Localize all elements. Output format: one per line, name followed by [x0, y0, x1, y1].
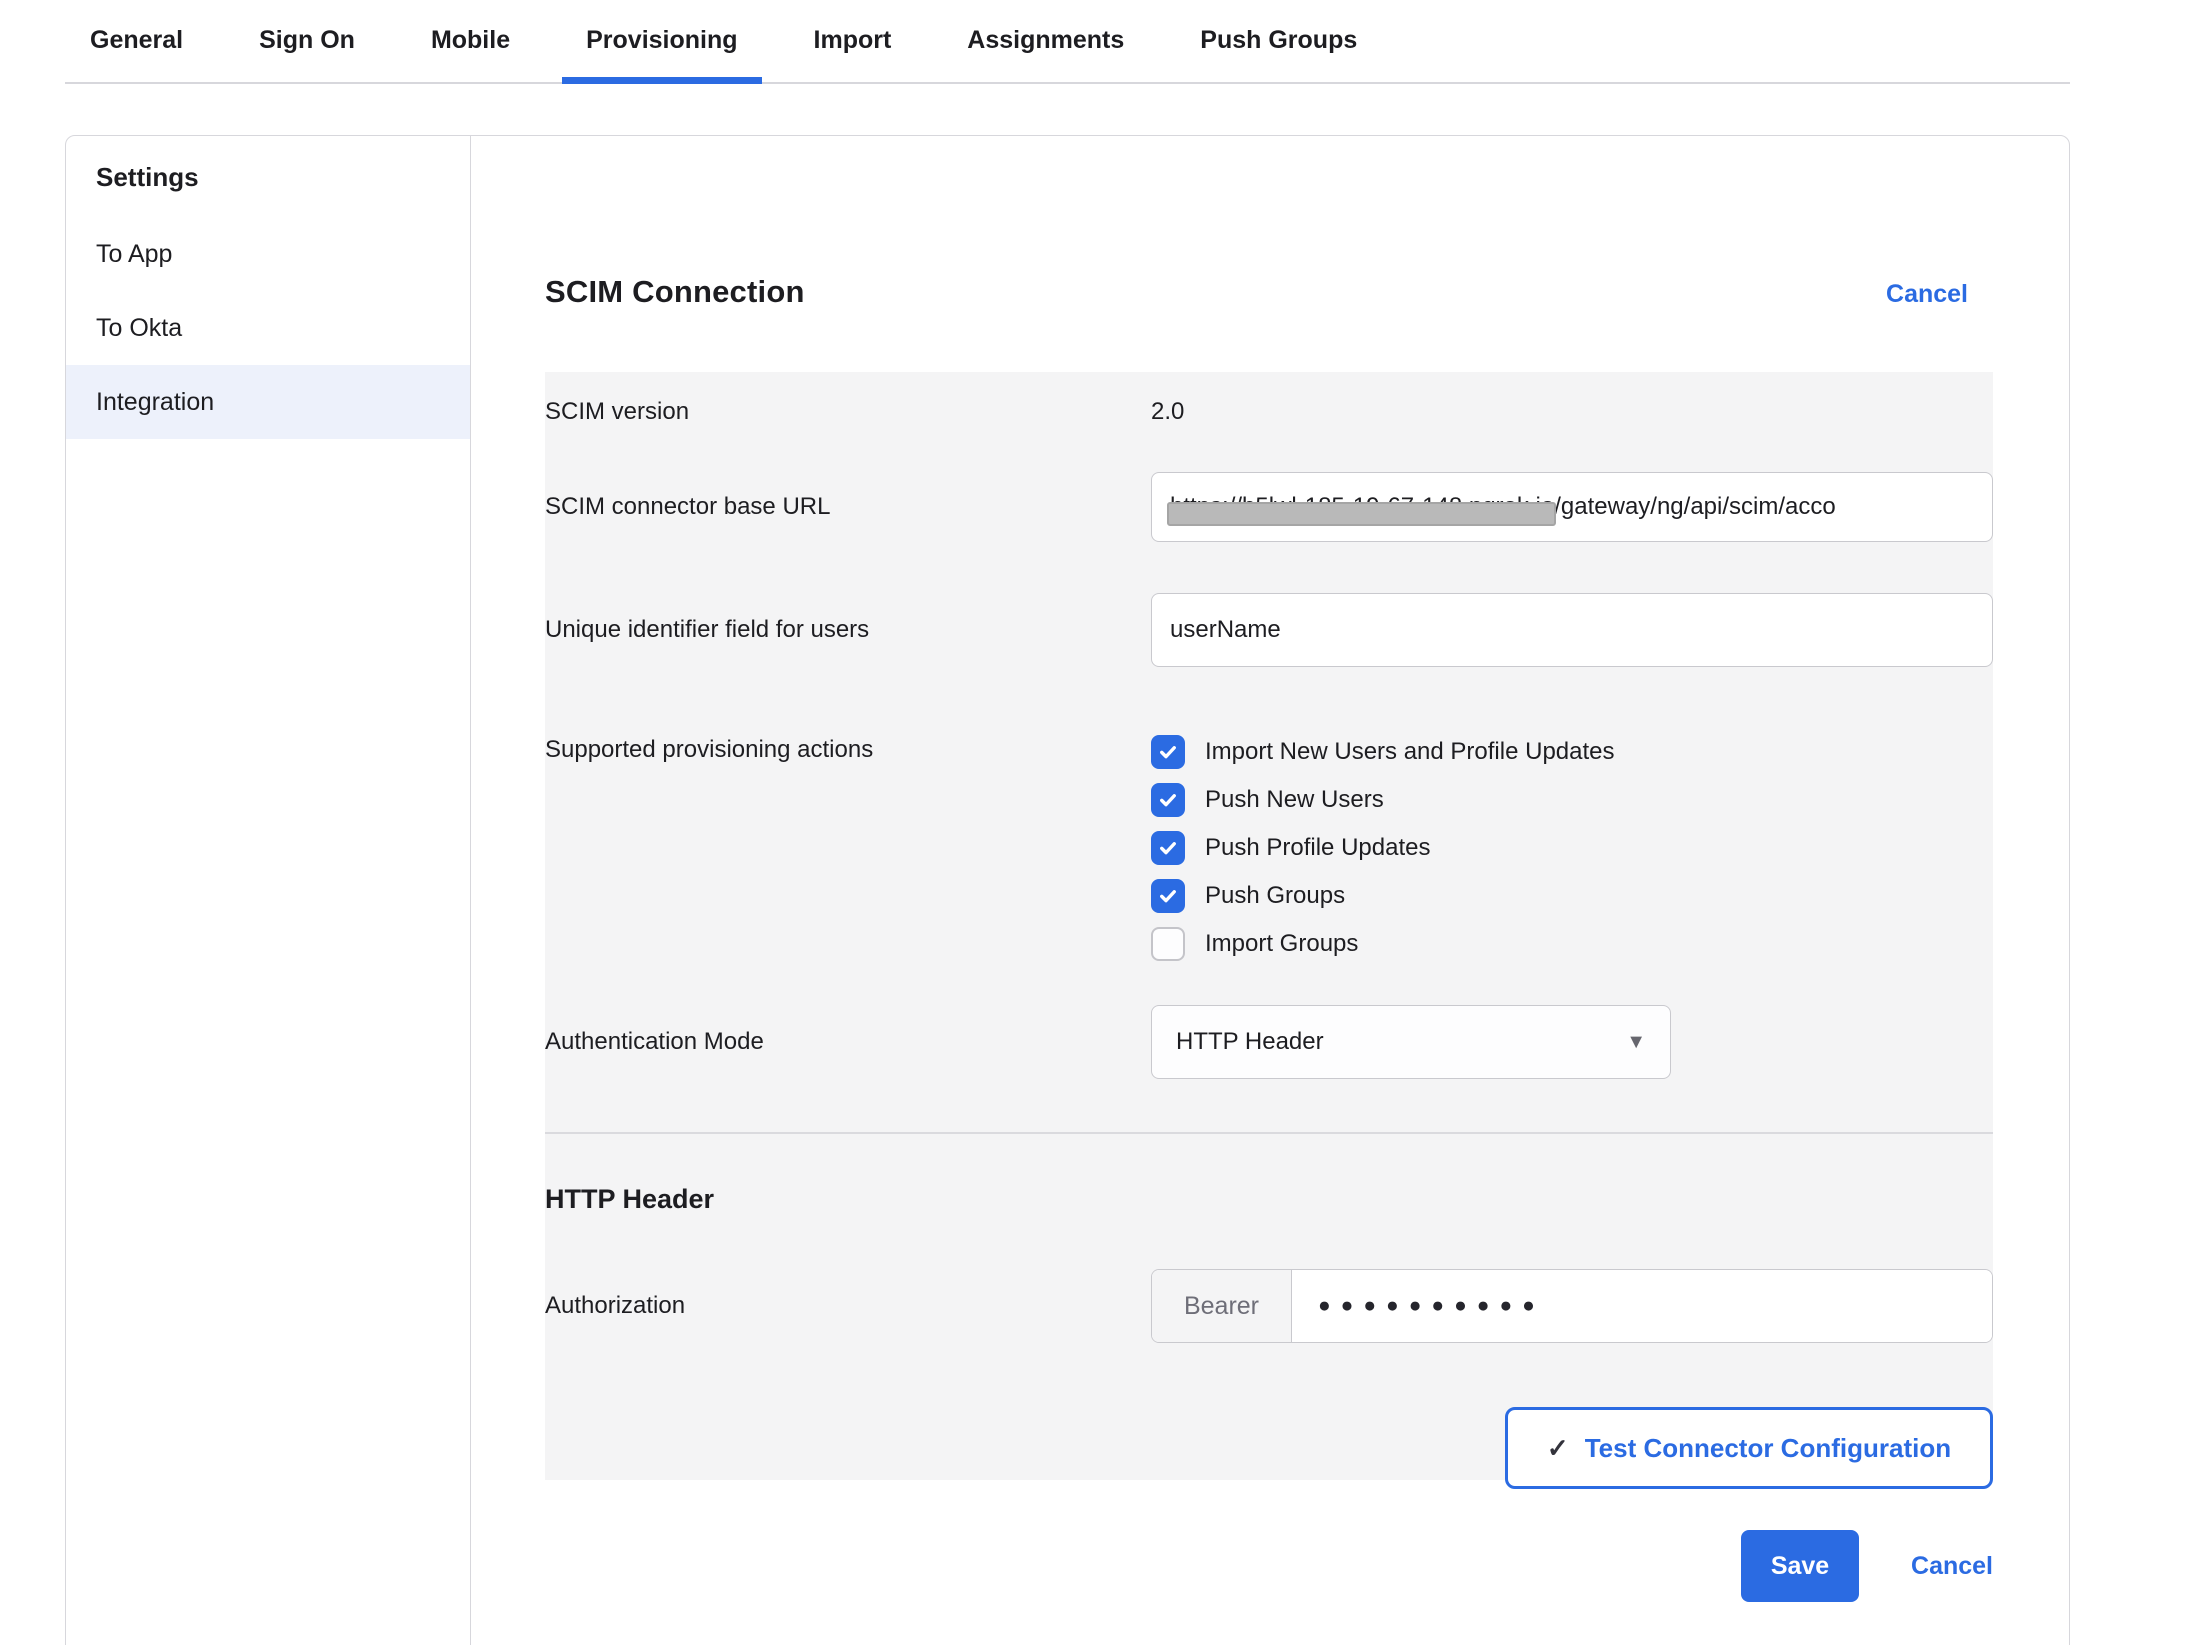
provisioning-actions-row: Supported provisioning actions Import Ne… [545, 728, 1993, 968]
checkbox-import-groups[interactable] [1151, 927, 1185, 961]
tab-sign-on[interactable]: Sign On [235, 0, 379, 82]
test-connector-button[interactable]: ✓ Test Connector Configuration [1505, 1407, 1993, 1489]
tab-mobile[interactable]: Mobile [407, 0, 534, 82]
checkbox-push-groups[interactable] [1151, 879, 1185, 913]
sidebar-title: Settings [66, 162, 470, 217]
chevron-down-icon: ▼ [1626, 1031, 1646, 1054]
footer-cancel-link[interactable]: Cancel [1911, 1552, 1993, 1581]
test-connector-row: ✓ Test Connector Configuration [545, 1407, 1993, 1489]
checkbox-row-push-new-users[interactable]: Push New Users [1151, 776, 1993, 824]
provisioning-card: Settings To App To Okta Integration SCIM… [65, 135, 2070, 1645]
auth-mode-value: HTTP Header [1176, 1028, 1324, 1056]
authorization-label: Authorization [545, 1292, 1151, 1320]
check-icon: ✓ [1547, 1433, 1569, 1464]
sidebar-item-to-okta[interactable]: To Okta [66, 291, 470, 365]
base-url-input[interactable]: https://b5lwl-185-19-67-148.ngrok.io/gat… [1151, 472, 1993, 542]
base-url-row: SCIM connector base URL https://b5lwl-18… [545, 472, 1993, 542]
checkbox-label: Push New Users [1205, 786, 1384, 814]
app-tab-bar: General Sign On Mobile Provisioning Impo… [65, 0, 2070, 84]
section-header: SCIM Connection Cancel [545, 274, 1993, 310]
checkbox-label: Import Groups [1205, 930, 1358, 958]
section-divider [545, 1132, 1993, 1134]
auth-mode-row: Authentication Mode HTTP Header ▼ [545, 1005, 1993, 1079]
scim-version-row: SCIM version 2.0 [545, 386, 1993, 472]
settings-sidebar: Settings To App To Okta Integration [66, 136, 471, 1645]
checkbox-row-push-profile-updates[interactable]: Push Profile Updates [1151, 824, 1993, 872]
integration-content: SCIM Connection Cancel SCIM version 2.0 … [471, 136, 2069, 1645]
tab-assignments[interactable]: Assignments [943, 0, 1148, 82]
base-url-label: SCIM connector base URL [545, 493, 1151, 521]
form-footer: Save Cancel [545, 1530, 1993, 1602]
test-connector-label: Test Connector Configuration [1585, 1433, 1951, 1464]
page-title: SCIM Connection [545, 274, 805, 310]
checkbox-row-push-groups[interactable]: Push Groups [1151, 872, 1993, 920]
auth-mode-label: Authentication Mode [545, 1028, 1151, 1056]
check-icon [1158, 886, 1178, 906]
check-icon [1158, 838, 1178, 858]
scim-settings-panel: SCIM version 2.0 SCIM connector base URL… [545, 372, 1993, 1480]
unique-id-row: Unique identifier field for users userNa… [545, 593, 1993, 667]
checkbox-label: Import New Users and Profile Updates [1205, 738, 1615, 766]
scim-version-label: SCIM version [545, 386, 1151, 472]
sidebar-item-to-app[interactable]: To App [66, 217, 470, 291]
tab-import[interactable]: Import [790, 0, 916, 82]
provisioning-actions-list: Import New Users and Profile Updates Pus… [1151, 728, 1993, 968]
checkbox-row-import-groups[interactable]: Import Groups [1151, 920, 1993, 968]
auth-mode-select[interactable]: HTTP Header ▼ [1151, 1005, 1671, 1079]
checkbox-label: Push Profile Updates [1205, 834, 1430, 862]
save-button[interactable]: Save [1741, 1530, 1859, 1602]
checkbox-push-profile-updates[interactable] [1151, 831, 1185, 865]
tab-push-groups[interactable]: Push Groups [1176, 0, 1381, 82]
scim-version-value: 2.0 [1151, 386, 1993, 472]
bearer-token-input[interactable]: ●●●●●●●●●● [1292, 1270, 1992, 1342]
sidebar-item-integration[interactable]: Integration [66, 365, 470, 439]
unique-id-label: Unique identifier field for users [545, 616, 1151, 644]
authorization-row: Authorization Bearer ●●●●●●●●●● [545, 1269, 1993, 1343]
tab-general[interactable]: General [66, 0, 207, 82]
tab-provisioning[interactable]: Provisioning [562, 0, 761, 82]
bearer-prefix: Bearer [1152, 1270, 1292, 1342]
base-url-redacted-text: https://b5lwl-185-19-67-148.ngrok.io [1170, 493, 1554, 521]
header-cancel-link[interactable]: Cancel [1886, 280, 1968, 309]
unique-id-value: userName [1170, 616, 1281, 644]
base-url-visible-text: /gateway/ng/api/scim/acco [1554, 493, 1835, 521]
provisioning-actions-label: Supported provisioning actions [545, 728, 1151, 968]
check-icon [1158, 790, 1178, 810]
http-header-section-title: HTTP Header [545, 1184, 1993, 1214]
checkbox-label: Push Groups [1205, 882, 1345, 910]
check-icon [1158, 742, 1178, 762]
unique-id-input[interactable]: userName [1151, 593, 1993, 667]
checkbox-import-new-users[interactable] [1151, 735, 1185, 769]
checkbox-row-import-new-users[interactable]: Import New Users and Profile Updates [1151, 728, 1993, 776]
provisioning-page: General Sign On Mobile Provisioning Impo… [0, 0, 2201, 1645]
authorization-input-group: Bearer ●●●●●●●●●● [1151, 1269, 1993, 1343]
checkbox-push-new-users[interactable] [1151, 783, 1185, 817]
